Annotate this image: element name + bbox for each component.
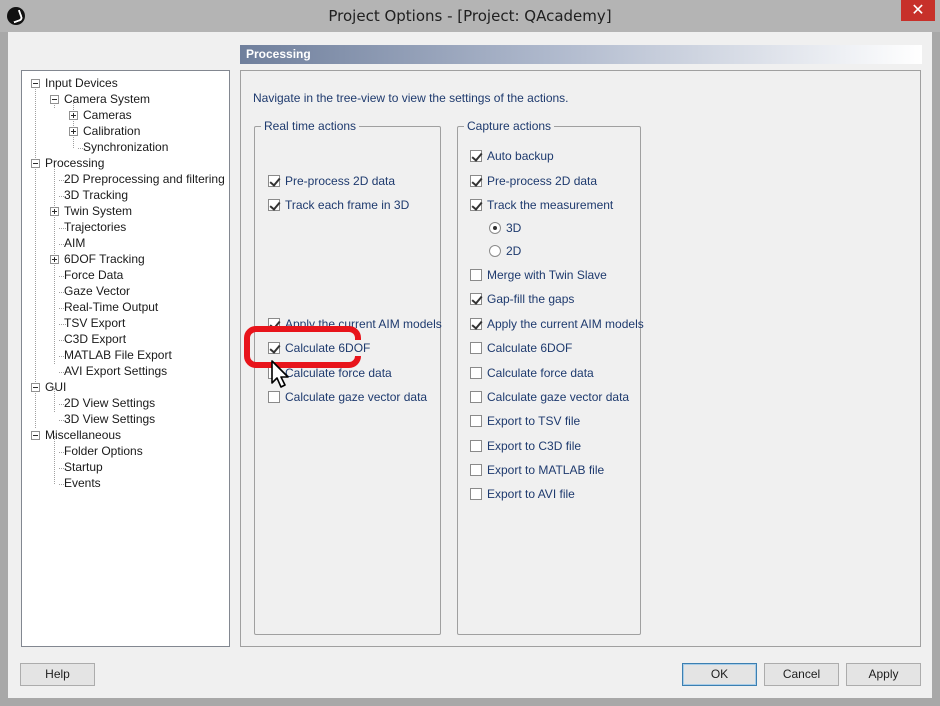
tree-item-miscellaneous[interactable]: Miscellaneous (45, 427, 121, 443)
tree-item-twin-system[interactable]: Twin System (64, 203, 132, 219)
checkbox-unchecked-icon (470, 391, 482, 403)
expand-icon[interactable] (69, 111, 78, 120)
tree-item-c3d-export[interactable]: C3D Export (64, 331, 126, 347)
tree-item-aim[interactable]: AIM (64, 235, 85, 251)
project-options-window: Project Options - [Project: QAcademy] ✕ (0, 0, 940, 706)
tree-connector (54, 436, 55, 484)
radio-selected-icon (489, 222, 501, 234)
window-title: Project Options - [Project: QAcademy] (328, 7, 612, 25)
collapse-icon[interactable] (31, 79, 40, 88)
tree-connector (35, 84, 36, 428)
mouse-cursor-icon (271, 360, 289, 388)
collapse-icon[interactable] (50, 95, 59, 104)
checkbox-unchecked-icon (470, 464, 482, 476)
tree-item-calibration[interactable]: Calibration (83, 123, 140, 139)
tree-item-3d-tracking[interactable]: 3D Tracking (64, 187, 128, 203)
tree-item-camera-system[interactable]: Camera System (64, 91, 150, 107)
tree-item-3d-view-settings[interactable]: 3D View Settings (64, 411, 155, 427)
collapse-icon[interactable] (31, 383, 40, 392)
checkbox-checked-icon (268, 175, 280, 187)
navigation-hint: Navigate in the tree-view to view the se… (253, 91, 569, 105)
settings-tree[interactable]: Input Devices Camera System Cameras Cali… (21, 70, 230, 647)
tree-item-2d-preprocessing[interactable]: 2D Preprocessing and filtering (64, 171, 225, 187)
tree-connector (73, 100, 74, 148)
tree-item-startup[interactable]: Startup (64, 459, 103, 475)
checkbox-checked-icon (470, 175, 482, 187)
tree-item-events[interactable]: Events (64, 475, 101, 491)
checkbox-unchecked-icon (268, 391, 280, 403)
cancel-button[interactable]: Cancel (764, 663, 839, 686)
tree-item-matlab-export[interactable]: MATLAB File Export (64, 347, 172, 363)
expand-icon[interactable] (69, 127, 78, 136)
tree-item-folder-options[interactable]: Folder Options (64, 443, 143, 459)
radio-unselected-icon (489, 245, 501, 257)
checkbox-unchecked-icon (470, 488, 482, 500)
tree-connector (54, 164, 55, 364)
tree-item-gui[interactable]: GUI (45, 379, 66, 395)
checkbox-checked-icon (470, 199, 482, 211)
tree-item-synchronization[interactable]: Synchronization (83, 139, 168, 155)
title-bar[interactable]: Project Options - [Project: QAcademy] ✕ (0, 0, 940, 32)
help-button[interactable]: Help (20, 663, 95, 686)
checkbox-unchecked-icon (470, 415, 482, 427)
close-button[interactable]: ✕ (901, 0, 935, 21)
collapse-icon[interactable] (31, 159, 40, 168)
tree-item-cameras[interactable]: Cameras (83, 107, 132, 123)
collapse-icon[interactable] (31, 431, 40, 440)
checkbox-checked-icon (268, 199, 280, 211)
tree-item-real-time-output[interactable]: Real-Time Output (64, 299, 158, 315)
tree-item-processing[interactable]: Processing (45, 155, 104, 171)
checkbox-unchecked-icon (470, 269, 482, 281)
tree-item-force-data[interactable]: Force Data (64, 267, 123, 283)
checkbox-checked-icon (470, 150, 482, 162)
tree-item-gaze-vector[interactable]: Gaze Vector (64, 283, 130, 299)
checkbox-checked-icon (470, 293, 482, 305)
checkbox-unchecked-icon (470, 342, 482, 354)
expand-icon[interactable] (50, 207, 59, 216)
tree-item-2d-view-settings[interactable]: 2D View Settings (64, 395, 155, 411)
realtime-actions-legend: Real time actions (261, 119, 360, 133)
checkbox-checked-icon (268, 342, 280, 354)
tree-item-6dof-tracking[interactable]: 6DOF Tracking (64, 251, 145, 267)
checkbox-unchecked-icon (470, 367, 482, 379)
capture-actions-legend: Capture actions (464, 119, 555, 133)
dialog-client-area: Input Devices Camera System Cameras Cali… (8, 32, 932, 698)
tree-item-trajectories[interactable]: Trajectories (64, 219, 126, 235)
tree-item-tsv-export[interactable]: TSV Export (64, 315, 125, 331)
checkbox-checked-icon (470, 318, 482, 330)
tree-item-avi-export[interactable]: AVI Export Settings (64, 363, 167, 379)
checkbox-unchecked-icon (470, 440, 482, 452)
rt-calculate-6dof-checkbox[interactable]: Calculate 6DOF (268, 340, 370, 356)
ok-button[interactable]: OK (682, 663, 757, 686)
expand-icon[interactable] (50, 255, 59, 264)
section-header: Processing (240, 45, 922, 64)
apply-button[interactable]: Apply (846, 663, 921, 686)
tree-item-input-devices[interactable]: Input Devices (45, 75, 118, 91)
